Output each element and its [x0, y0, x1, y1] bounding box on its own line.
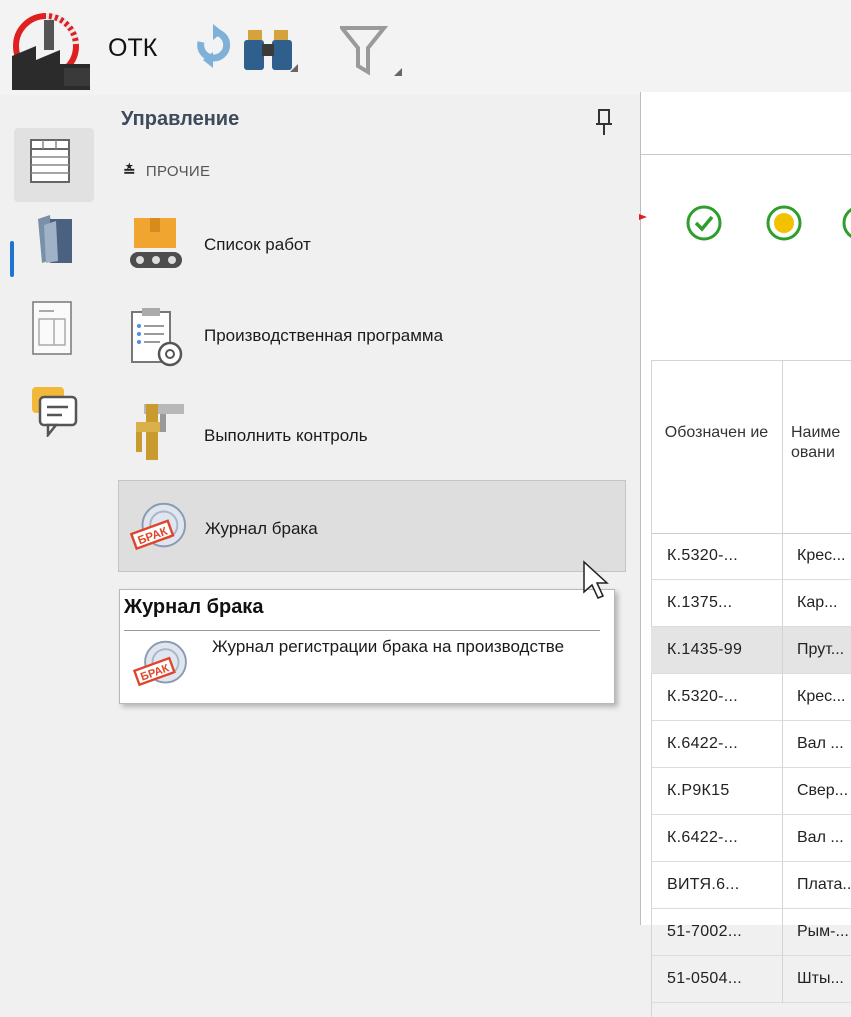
red-marker-icon [639, 214, 647, 220]
group-header-other[interactable]: ≛ ПРОЧИЕ [123, 162, 210, 180]
app-title: ОТК [108, 34, 158, 62]
cell-name[interactable]: Плата... [783, 862, 851, 908]
nav-item-production-program[interactable]: Производственная программа [118, 292, 626, 382]
cell-designation[interactable]: К.5320-... [651, 674, 783, 720]
green-circle-icon[interactable] [841, 204, 851, 242]
left-rail [0, 95, 108, 925]
rail-item-table[interactable] [14, 128, 94, 202]
rail-item-books[interactable] [14, 207, 94, 281]
cell-designation[interactable]: К.5320-... [651, 533, 783, 579]
column-header-label: Наиме овани [791, 424, 841, 461]
column-header-label: Обозначен ие [664, 424, 769, 441]
document-icon [32, 301, 72, 355]
cell-designation[interactable]: К.1375... [651, 580, 783, 626]
cell-designation[interactable]: К.6422-... [651, 721, 783, 767]
check-circle-icon[interactable] [685, 204, 723, 242]
column-header-name[interactable]: Наиме овани [783, 361, 851, 533]
tooltip-title: Журнал брака [124, 596, 264, 618]
cell-designation[interactable]: К.Р9К15 [651, 768, 783, 814]
nav-item-label: Выполнить контроль [204, 426, 368, 445]
top-toolbar: ОТК [0, 0, 851, 95]
table-row[interactable]: 51-0504... Шты... [651, 956, 851, 1003]
table-row[interactable]: К.5320-... Крес... [651, 533, 851, 580]
reject-stamp-icon: БРАК [129, 502, 187, 551]
data-grid-area: Обозначен ие Наиме овани К.5320-... Крес.… [639, 92, 851, 1017]
cell-designation[interactable]: ВИТЯ.6... [651, 862, 783, 908]
cell-name[interactable]: Шты... [783, 956, 851, 1002]
cell-name[interactable]: Свер... [783, 768, 851, 814]
chat-icon [32, 387, 78, 437]
nav-item-label: Журнал брака [205, 519, 318, 538]
nav-item-reject-log[interactable]: БРАК Журнал брака [118, 480, 626, 572]
cell-name[interactable]: Крес... [783, 674, 851, 720]
cell-designation[interactable]: 51-0504... [651, 956, 783, 1002]
cell-name[interactable]: Кар... [783, 580, 851, 626]
reject-stamp-icon: БРАК [132, 640, 187, 687]
caliper-icon [136, 404, 184, 460]
cell-name[interactable]: Вал ... [783, 815, 851, 861]
nav-item-label: Список работ [204, 235, 311, 254]
tooltip: Журнал брака БРАК Журнал регистрации бра… [119, 589, 615, 704]
grid-search-bar[interactable] [641, 92, 851, 155]
binoculars-icon[interactable] [242, 20, 298, 76]
table-row[interactable]: К.1435-99 Прут... [651, 627, 851, 674]
cell-designation[interactable]: К.1435-99 [651, 627, 783, 673]
mouse-cursor-icon [583, 560, 609, 599]
cell-designation[interactable]: К.6422-... [651, 815, 783, 861]
table-row[interactable]: ВИТЯ.6... Плата... [651, 862, 851, 909]
nav-item-label: Производственная программа [204, 326, 444, 345]
nav-item-perform-control[interactable]: Выполнить контроль [118, 386, 626, 476]
table-row[interactable]: К.6422-... Вал ... [651, 721, 851, 768]
grid-header: Обозначен ие Наиме овани [651, 360, 851, 534]
filter-icon[interactable] [340, 26, 402, 78]
table-row[interactable]: К.6422-... Вал ... [651, 815, 851, 862]
conveyor-boxes-icon [130, 218, 182, 268]
table-row[interactable]: К.5320-... Крес... [651, 674, 851, 721]
table-view-icon [30, 139, 70, 183]
clipboard-gear-icon [131, 308, 183, 367]
group-label: ПРОЧИЕ [145, 163, 211, 180]
books-icon [38, 215, 72, 263]
tooltip-separator [124, 630, 600, 631]
table-row[interactable]: К.1375... Кар... [651, 580, 851, 627]
yellow-circle-icon[interactable] [765, 204, 803, 242]
panel-title: Управление [121, 108, 240, 130]
column-header-designation[interactable]: Обозначен ие [651, 361, 783, 533]
refresh-icon[interactable] [192, 22, 234, 70]
rail-item-document[interactable] [14, 295, 94, 369]
nav-item-work-list[interactable]: Список работ [118, 200, 626, 290]
cell-name[interactable]: Вал ... [783, 721, 851, 767]
collapse-chevron-icon: ≛ [123, 163, 136, 180]
cell-name[interactable]: Прут... [783, 627, 851, 673]
rail-item-chat[interactable] [14, 377, 94, 451]
table-row[interactable]: 51-7002... Рым-... [651, 909, 851, 956]
cell-name[interactable]: Крес... [783, 533, 851, 579]
pin-icon[interactable] [594, 108, 614, 136]
table-row[interactable]: К.Р9К15 Свер... [651, 768, 851, 815]
factory-logo-icon[interactable] [6, 10, 98, 92]
cell-designation[interactable]: 51-7002... [651, 909, 783, 955]
tooltip-description: Журнал регистрации брака на производстве [212, 637, 565, 656]
cell-name[interactable]: Рым-... [783, 909, 851, 955]
